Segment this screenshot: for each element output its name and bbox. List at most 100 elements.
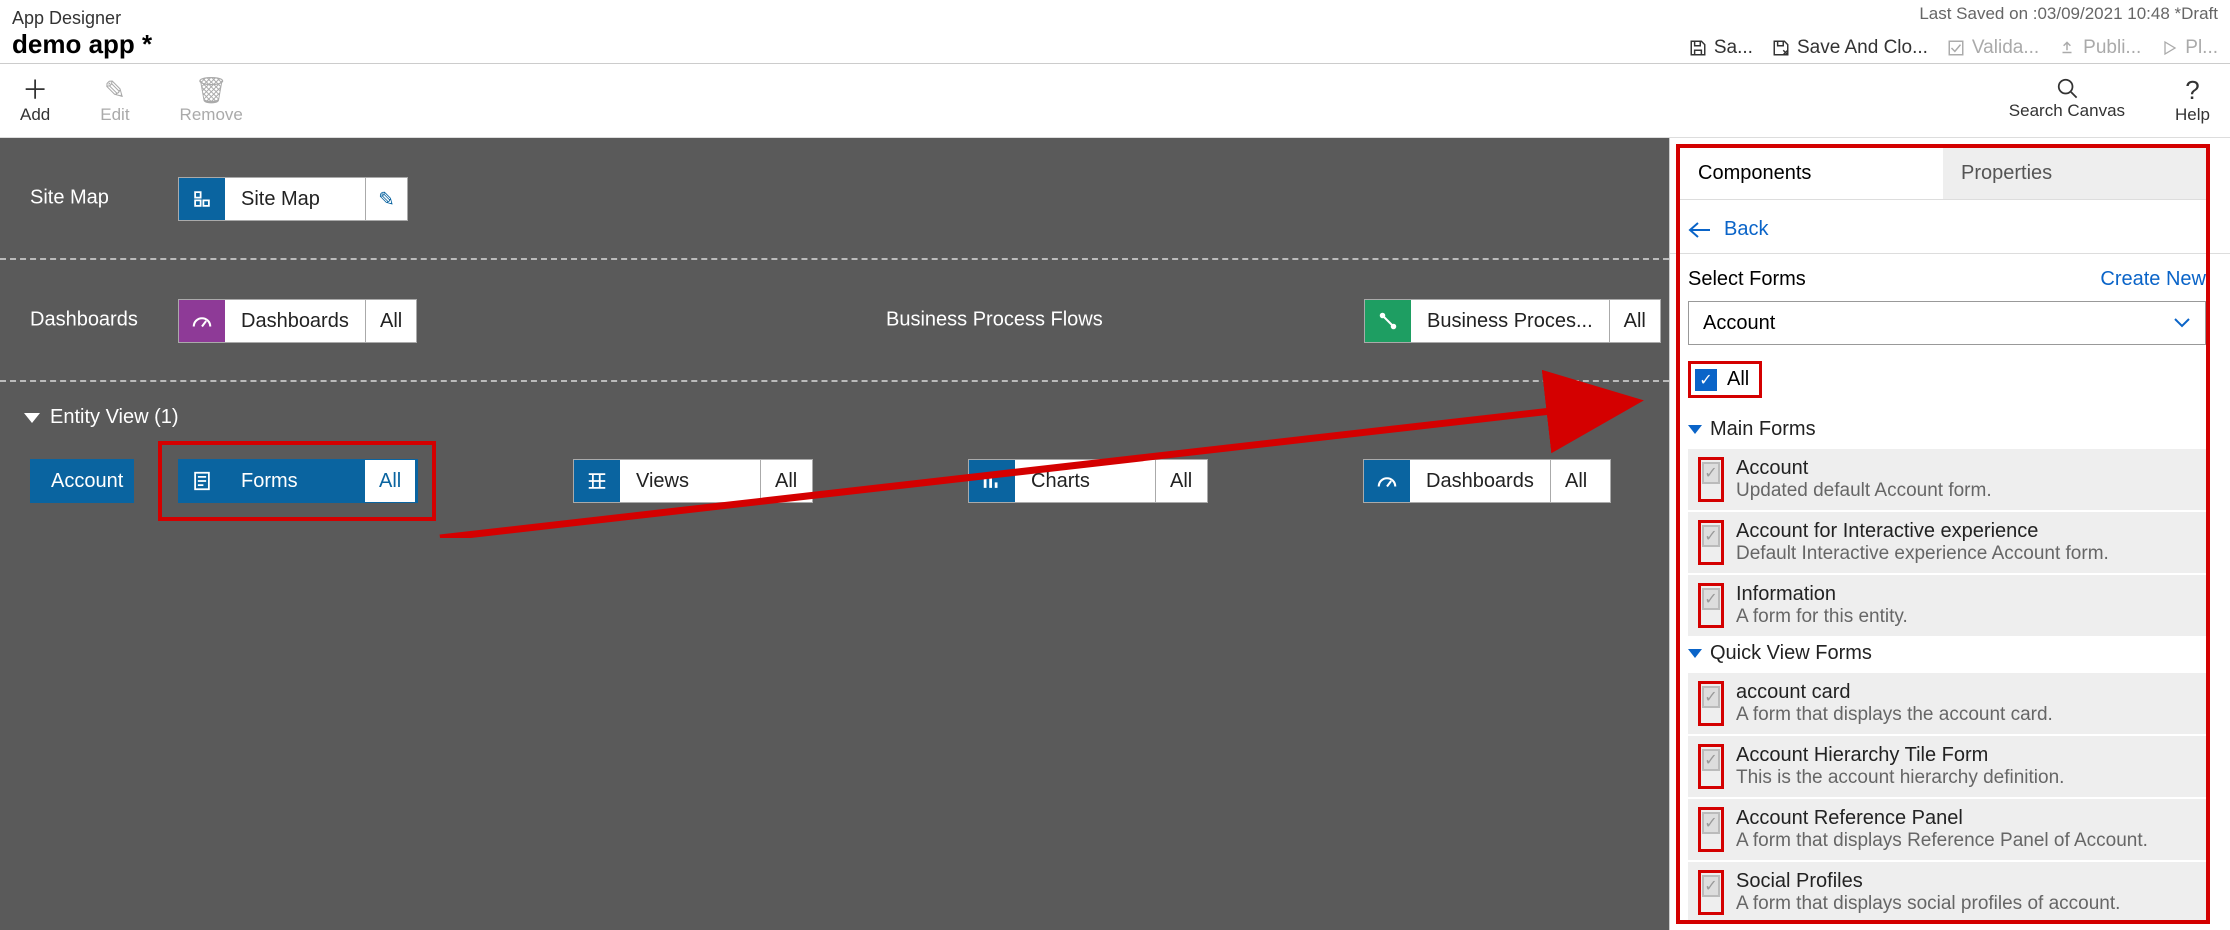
dashboards-all[interactable]: All	[365, 300, 416, 342]
form-item[interactable]: ✓ Account Reference PanelA form that disp…	[1688, 799, 2206, 860]
charts-all[interactable]: All	[1155, 460, 1206, 502]
row-entity: Entity View (1) Account Forms All Views …	[0, 382, 1669, 550]
entity-view-toggle[interactable]: Entity View (1)	[24, 406, 179, 429]
top-actions: Sa... Save And Clo... Valida... Publi...…	[1688, 37, 2218, 63]
form-title: account card	[1736, 681, 2196, 704]
chevron-down-icon	[1688, 425, 1702, 434]
row-sitemap: Site Map Site Map ✎	[0, 138, 1669, 260]
trash-icon: 🗑	[195, 77, 228, 103]
checkbox-icon: ✓	[1702, 462, 1719, 484]
form-desc: A form for this entity.	[1736, 606, 2196, 628]
right-panel: Components Properties Back Select Forms …	[1669, 138, 2230, 930]
form-item[interactable]: ✓ Account for Interactive experienceDefau…	[1688, 512, 2206, 573]
form-desc: Default Interactive experience Account f…	[1736, 543, 2196, 565]
search-icon	[2056, 77, 2078, 99]
form-title: Account Hierarchy Tile Form	[1736, 744, 2196, 767]
publish-icon	[2057, 38, 2077, 58]
dashboards-tile[interactable]: Dashboards All	[178, 299, 417, 343]
divider	[1670, 253, 2230, 254]
search-canvas-button[interactable]: Search Canvas	[2009, 77, 2125, 125]
form-item[interactable]: ✓ InformationA form for this entity.	[1688, 575, 2206, 636]
form-title: Account for Interactive experience	[1736, 520, 2196, 543]
save-close-button[interactable]: Save And Clo...	[1771, 37, 1928, 59]
form-item[interactable]: ✓ account cardA form that displays the ac…	[1688, 673, 2206, 734]
edit-sitemap-button[interactable]: ✎	[365, 178, 407, 220]
form-desc: Updated default Account form.	[1736, 480, 2196, 502]
quick-view-forms-section[interactable]: Quick View Forms	[1688, 642, 2206, 665]
gauge-icon	[179, 300, 225, 342]
form-checkbox[interactable]: ✓	[1698, 807, 1724, 852]
checkbox-icon: ✓	[1702, 588, 1719, 610]
sitemap-icon	[179, 178, 225, 220]
form-checkbox[interactable]: ✓	[1698, 870, 1724, 915]
form-item[interactable]: ✓ Social ProfilesA form that displays soc…	[1688, 862, 2206, 923]
app-designer-label: App Designer	[12, 8, 152, 29]
form-item[interactable]: ✓AccountUpdated default Account form.	[1688, 449, 2206, 510]
checkbox-icon: ✓	[1702, 875, 1719, 897]
form-checkbox[interactable]: ✓	[1698, 583, 1724, 628]
grid-icon	[574, 460, 620, 502]
form-desc: This is the account hierarchy definition…	[1736, 767, 2196, 789]
canvas: Site Map Site Map ✎ Dashboards Dashboard…	[0, 138, 1669, 930]
save-close-icon	[1771, 38, 1791, 58]
chevron-down-icon	[2173, 317, 2191, 329]
publish-button[interactable]: Publi...	[2057, 37, 2141, 59]
forms-all[interactable]: All	[365, 460, 415, 502]
validate-icon	[1946, 38, 1966, 58]
bpf-all[interactable]: All	[1609, 300, 1660, 342]
create-new-link[interactable]: Create New	[2100, 268, 2206, 291]
remove-button[interactable]: 🗑 Remove	[180, 77, 243, 125]
checkbox-icon: ✓	[1702, 812, 1719, 834]
panel-tabs: Components Properties	[1680, 148, 2206, 200]
form-item[interactable]: ✓ Account Hierarchy Tile FormThis is the …	[1688, 736, 2206, 797]
all-checkbox[interactable]: ✓ All	[1688, 361, 1762, 398]
views-tile[interactable]: Views All	[573, 459, 813, 503]
sitemap-row-label: Site Map	[30, 187, 109, 210]
checkbox-icon: ✓	[1702, 525, 1719, 547]
main-forms-section[interactable]: Main Forms	[1688, 418, 2206, 441]
top-bar: App Designer demo app * Last Saved on :0…	[0, 0, 2230, 64]
form-desc: A form that displays the account card.	[1736, 704, 2196, 726]
chevron-down-icon	[1688, 649, 1702, 658]
forms-tile[interactable]: Forms All	[178, 459, 418, 503]
form-checkbox[interactable]: ✓	[1698, 520, 1724, 565]
bpf-tile[interactable]: Business Proces... All	[1364, 299, 1661, 343]
form-desc: A form that displays social profiles of …	[1736, 893, 2196, 915]
add-button[interactable]: ＋ Add	[20, 77, 50, 125]
play-button[interactable]: Pl...	[2159, 37, 2218, 59]
back-button[interactable]: Back	[1688, 210, 2206, 249]
plus-icon: ＋	[22, 77, 48, 103]
dashboards-row-label: Dashboards	[30, 309, 138, 332]
help-button[interactable]: ? Help	[2175, 77, 2210, 125]
entity-account-tile[interactable]: Account	[30, 459, 134, 503]
form-title: Account Reference Panel	[1736, 807, 2196, 830]
tab-properties[interactable]: Properties	[1943, 148, 2206, 199]
form-checkbox[interactable]: ✓	[1698, 457, 1724, 502]
form-checkbox[interactable]: ✓	[1698, 744, 1724, 789]
select-forms-label: Select Forms	[1688, 268, 1806, 291]
form-title: Social Profiles	[1736, 870, 2196, 893]
save-button[interactable]: Sa...	[1688, 37, 1753, 59]
tab-components[interactable]: Components	[1680, 148, 1943, 199]
sitemap-tile[interactable]: Site Map ✎	[178, 177, 408, 221]
edit-button[interactable]: ✎ Edit	[100, 77, 129, 125]
gauge-icon	[1364, 460, 1410, 502]
app-name: demo app *	[12, 29, 152, 60]
form-desc: A form that displays Reference Panel of …	[1736, 830, 2196, 852]
form-checkbox[interactable]: ✓	[1698, 681, 1724, 726]
play-icon	[2159, 38, 2179, 58]
arrow-left-icon	[1688, 221, 1712, 239]
entity-dash-all[interactable]: All	[1550, 460, 1601, 502]
form-title: Information	[1736, 583, 2196, 606]
entity-dashboards-tile[interactable]: Dashboards All	[1363, 459, 1611, 503]
entity-dropdown[interactable]: Account	[1688, 301, 2206, 345]
charts-tile[interactable]: Charts All	[968, 459, 1208, 503]
flow-icon	[1365, 300, 1411, 342]
views-all[interactable]: All	[760, 460, 811, 502]
checkbox-icon: ✓	[1695, 369, 1717, 391]
help-icon: ?	[2185, 77, 2199, 103]
bpf-row-label: Business Process Flows	[886, 309, 1103, 332]
validate-button[interactable]: Valida...	[1946, 37, 2039, 59]
last-saved-label: Last Saved on :03/09/2021 10:48 *Draft	[1919, 4, 2218, 24]
checkbox-icon: ✓	[1702, 686, 1719, 708]
